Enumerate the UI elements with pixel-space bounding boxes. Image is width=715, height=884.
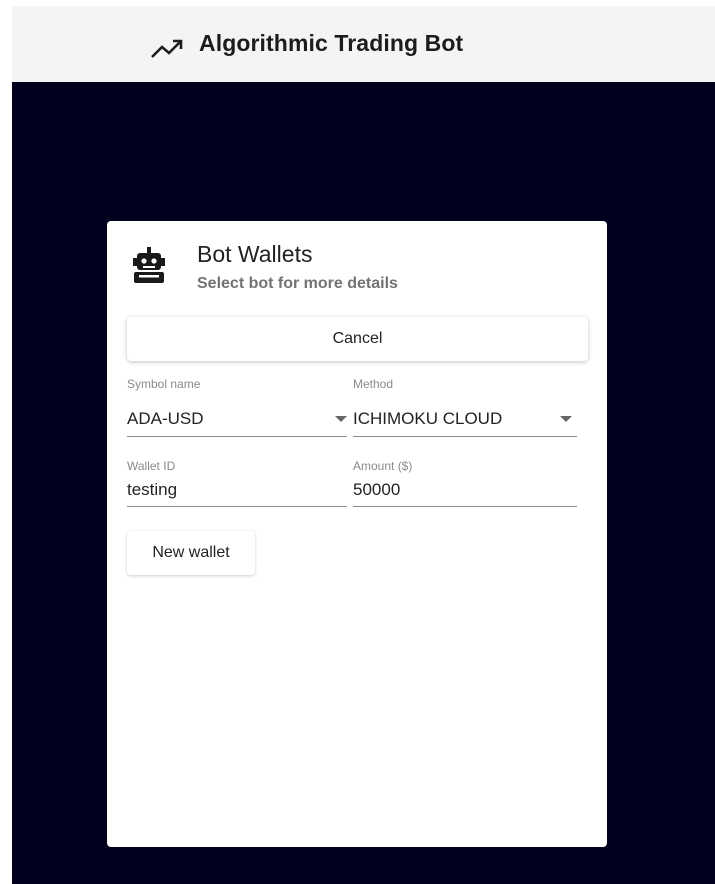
method-underline (353, 436, 577, 437)
app-page: Algorithmic Trading Bot Bot Wallets Sele… (12, 6, 715, 884)
symbol-label: Symbol name (127, 377, 201, 391)
symbol-value: ADA-USD (127, 409, 204, 428)
new-wallet-button[interactable]: New wallet (127, 531, 255, 575)
symbol-dropdown-icon[interactable] (335, 416, 347, 422)
app-title: Algorithmic Trading Bot (199, 30, 464, 56)
method-dropdown-icon[interactable] (560, 416, 572, 422)
robot-icon (133, 247, 165, 283)
symbol-select[interactable]: Symbol name ADA-USD (127, 377, 347, 439)
main-area: Bot Wallets Select bot for more details … (12, 82, 715, 884)
wallet-id-field[interactable]: Wallet ID testing (127, 459, 347, 509)
wallet-id-underline (127, 506, 347, 507)
bot-wallets-card: Bot Wallets Select bot for more details … (107, 221, 607, 847)
wallet-id-input[interactable]: testing (127, 480, 177, 500)
card-subtitle: Select bot for more details (197, 275, 398, 292)
symbol-underline (127, 436, 347, 437)
trending-up-icon (151, 39, 183, 58)
amount-field[interactable]: Amount ($) 50000 (353, 459, 577, 509)
method-value: ICHIMOKU CLOUD (353, 409, 503, 428)
amount-label: Amount ($) (353, 459, 413, 473)
app-bar: Algorithmic Trading Bot (12, 6, 715, 82)
method-select[interactable]: Method ICHIMOKU CLOUD (353, 377, 577, 439)
cancel-button[interactable]: Cancel (127, 317, 588, 361)
method-label: Method (353, 377, 394, 391)
amount-underline (353, 506, 577, 507)
wallet-id-label: Wallet ID (127, 459, 176, 473)
card-title: Bot Wallets (197, 241, 313, 267)
amount-input[interactable]: 50000 (353, 480, 400, 500)
